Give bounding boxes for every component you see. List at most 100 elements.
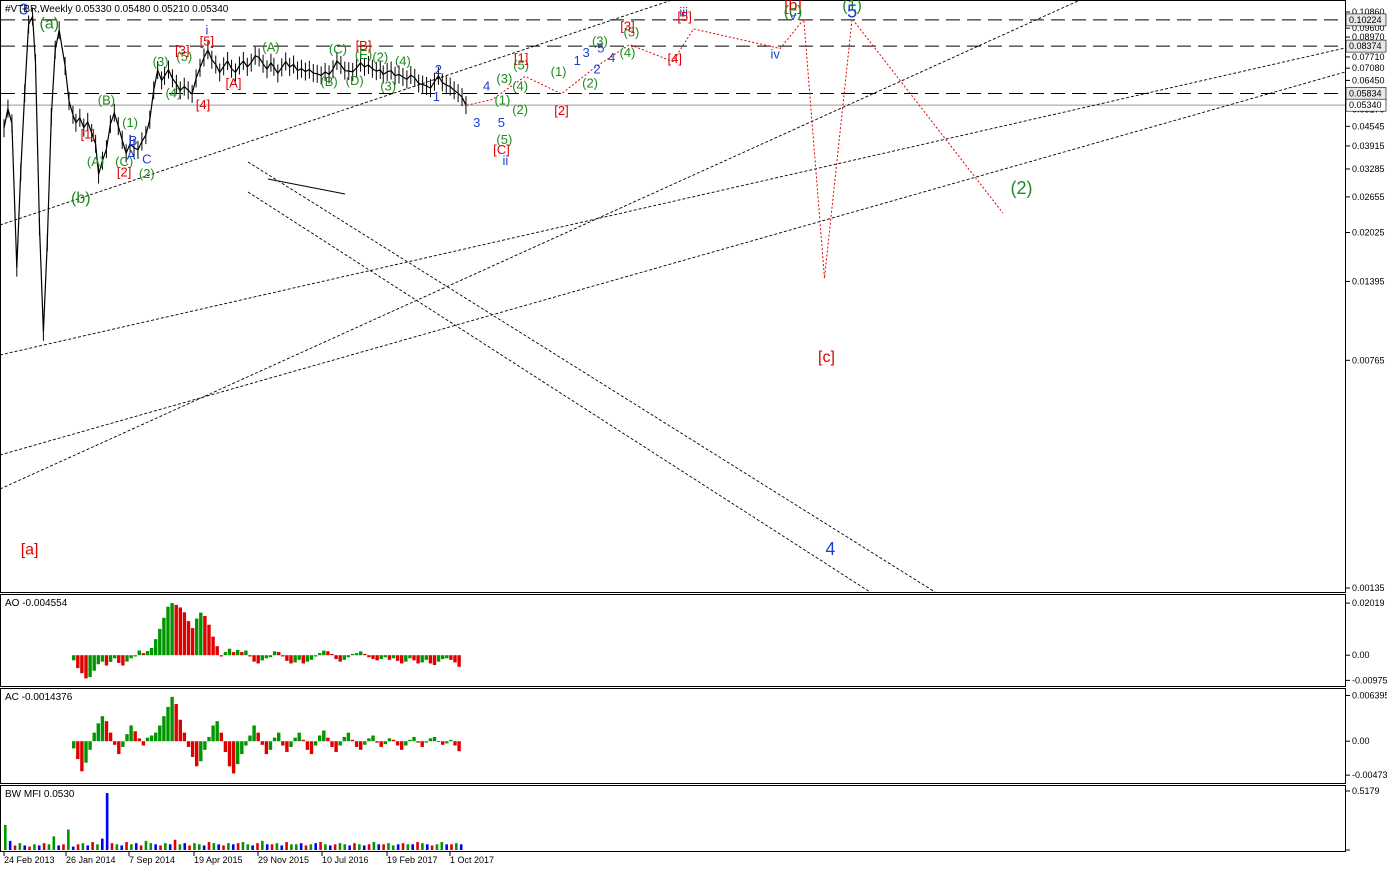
ac-pane-frame: [0, 688, 1346, 784]
histogram-bar: [457, 741, 461, 752]
projection-path: [466, 17, 1004, 279]
histogram-bar: [363, 653, 367, 656]
x-tick-label: 7 Sep 2014: [129, 855, 175, 865]
mfi-bar: [324, 844, 327, 850]
x-tick-label: 29 Nov 2015: [258, 855, 309, 865]
histogram-bar: [305, 741, 310, 750]
mfi-bar: [37, 845, 41, 850]
wave-label: 5: [498, 115, 505, 130]
histogram-bar: [117, 741, 121, 755]
histogram-bar: [293, 655, 297, 663]
histogram-bar: [84, 741, 88, 763]
histogram-bar: [420, 655, 424, 663]
histogram-bar: [182, 732, 187, 742]
mfi-bar: [319, 842, 322, 850]
histogram-bar: [166, 606, 170, 656]
histogram-bar: [96, 655, 100, 665]
wave-label: [2]: [117, 165, 131, 180]
channel-lines: [0, 0, 1346, 593]
wave-label: [3]: [620, 19, 634, 34]
channel-line: [267, 178, 346, 195]
y-tick-label: 0.07080: [1352, 63, 1385, 73]
y-tick-label: 0.00135: [1352, 583, 1385, 593]
histogram-bar: [182, 612, 187, 656]
histogram-bar: [354, 741, 359, 747]
mfi-bar: [261, 840, 264, 850]
mfi-pane-frame: [0, 785, 1346, 852]
mfi-bar: [159, 845, 162, 850]
wave-label: (B): [98, 92, 115, 107]
histogram-bar: [133, 731, 137, 742]
histogram-bar: [383, 655, 387, 658]
level-label: 0.05340: [1349, 100, 1382, 110]
y-tick-label: 0.04545: [1352, 121, 1385, 131]
wave-labels: 3(a)[a](b)(B)[1](A)(1)ABC(C)[2] (2)(3) (5)…: [19, 0, 1032, 559]
wave-label: (b): [71, 190, 91, 207]
mfi-bar: [110, 843, 114, 850]
histogram-bar: [453, 741, 457, 746]
histogram-bar: [248, 655, 252, 657]
histogram-bar: [76, 655, 80, 669]
histogram-bar: [190, 741, 195, 757]
wave-label: [a]: [21, 541, 39, 558]
histogram-bar: [162, 617, 166, 656]
mfi-bar: [425, 844, 429, 850]
histogram-bar: [318, 735, 322, 742]
mfi-bar: [280, 845, 284, 850]
mfi-bar: [222, 845, 225, 850]
mfi-bar: [76, 844, 80, 850]
histogram-bar: [199, 741, 203, 762]
histogram-bar: [301, 655, 305, 664]
histogram-bar: [149, 735, 154, 742]
histogram-bar: [395, 655, 400, 661]
histogram-bar: [272, 737, 277, 742]
histogram-bar: [264, 655, 269, 659]
histogram-bar: [330, 653, 334, 656]
histogram-bar: [170, 603, 174, 656]
x-tick-label: 24 Feb 2013: [4, 855, 55, 865]
histogram-bar: [72, 655, 76, 661]
histogram-bar: [367, 655, 371, 658]
histogram-bar: [203, 741, 207, 750]
histogram-bar: [387, 655, 392, 660]
mfi-bar: [338, 843, 342, 850]
histogram-bar: [432, 655, 437, 665]
histogram-bar: [363, 741, 367, 745]
x-tick-label: 26 Jan 2014: [66, 855, 116, 865]
histogram-bar: [199, 612, 203, 656]
wave-label: (2): [512, 102, 528, 117]
wave-label: (4): [620, 45, 636, 60]
ac-pane-title: AC -0.0014376: [5, 692, 73, 703]
histogram-bar: [88, 655, 92, 678]
histogram-bar: [256, 655, 260, 664]
mfi-bar: [67, 829, 70, 850]
y-tick-label: 0.00765: [1352, 355, 1385, 365]
histogram-bar: [408, 655, 412, 659]
trading-chart[interactable]: 0.108600.096000.089700.077100.070800.064…: [0, 0, 1387, 872]
wave-label: (4): [512, 79, 528, 94]
histogram-bar: [309, 655, 314, 660]
histogram-bar: [166, 706, 170, 742]
histogram-bar: [445, 655, 449, 659]
mfi-bar: [314, 843, 317, 850]
histogram-bar: [313, 655, 318, 657]
mfi-bar: [358, 844, 361, 850]
wave-label: 4: [483, 79, 490, 94]
wave-label: iv: [771, 47, 781, 62]
histogram-bar: [100, 655, 105, 662]
histogram-bar: [289, 741, 293, 747]
wave-label: 3: [473, 115, 480, 130]
y-tick-label: 0.5179: [1352, 786, 1380, 796]
y-tick-label: 0.06450: [1352, 75, 1385, 85]
histogram-bar: [375, 741, 379, 743]
mfi-bar: [387, 843, 390, 850]
mfi-bar: [202, 845, 206, 850]
wave-label: [5]: [200, 34, 214, 49]
histogram-bar: [154, 639, 158, 656]
wave-label: ii: [502, 153, 508, 168]
mfi-bar: [256, 843, 259, 850]
projection-line: [466, 17, 1004, 279]
mfi-bar: [299, 843, 303, 850]
histogram-bar: [137, 738, 141, 742]
histogram-bar: [322, 650, 326, 656]
